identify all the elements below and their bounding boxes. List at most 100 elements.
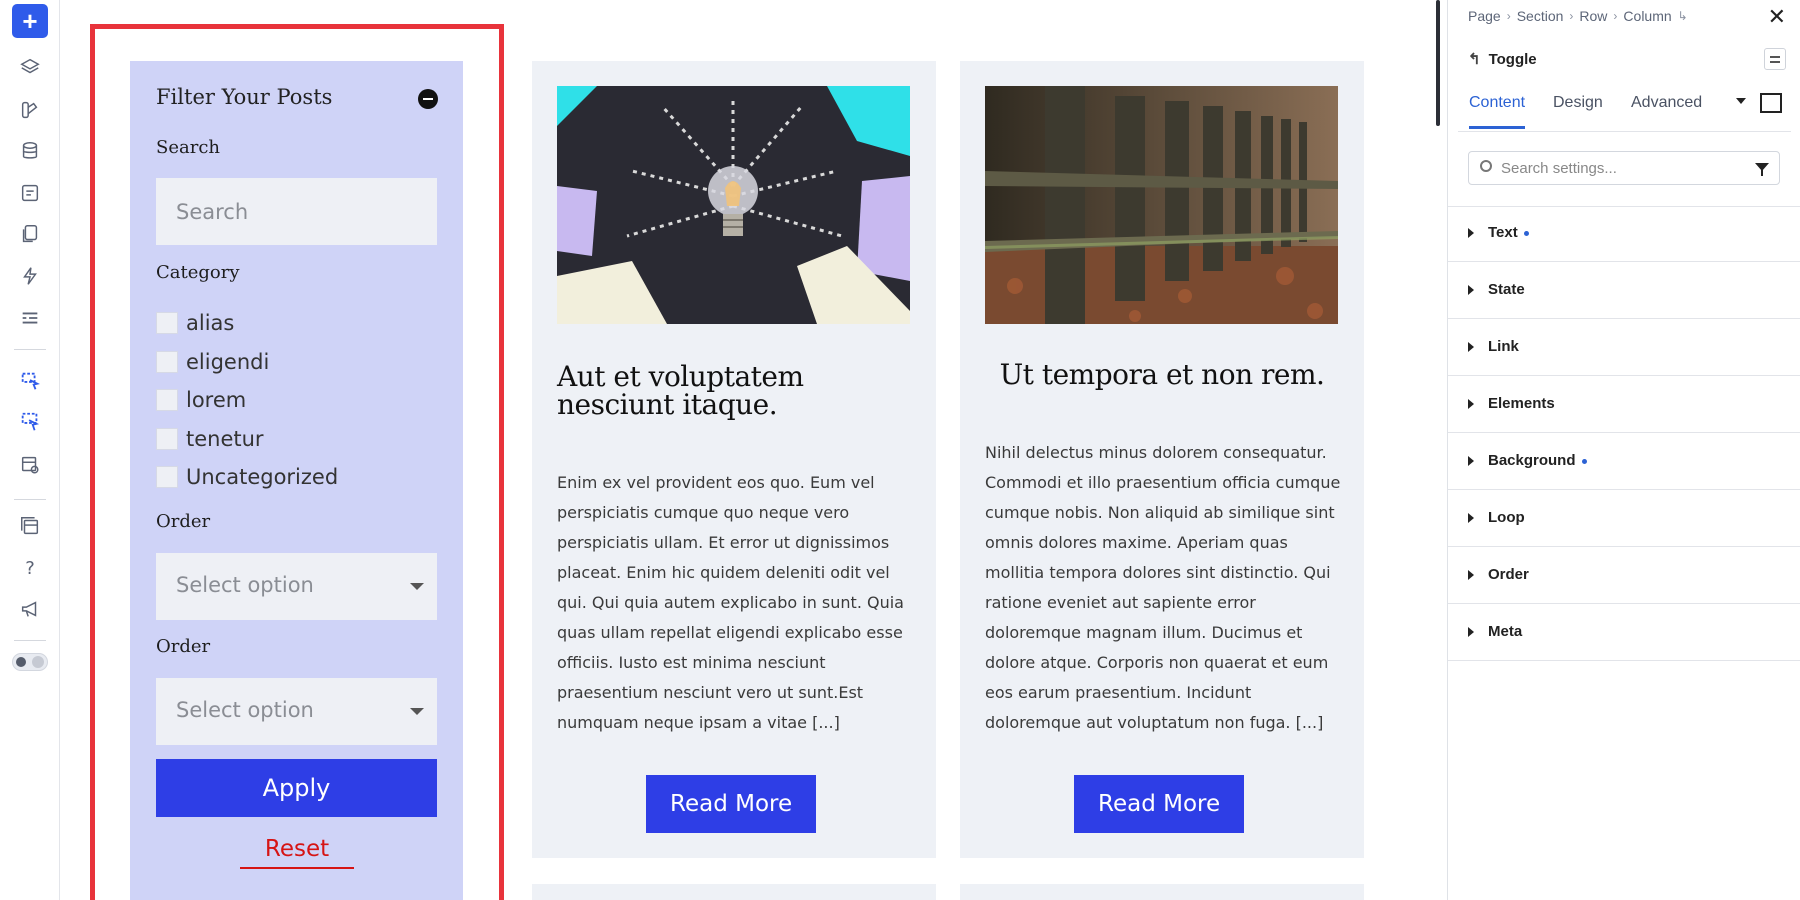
read-more-button[interactable]: Read More [1074,775,1245,833]
category-option[interactable]: eligendi [156,349,269,375]
apply-button[interactable]: Apply [156,759,437,817]
element-title-text: Toggle [1488,51,1537,68]
section-order[interactable]: Order [1448,548,1800,604]
section-background[interactable]: Background [1448,434,1800,490]
chevron-down-icon [410,708,424,715]
builder-canvas: Filter Your Posts Search Category alias … [61,0,1446,900]
section-label-text: Link [1488,338,1519,355]
checkbox[interactable] [156,351,178,373]
order-select-value: Select option [176,698,314,722]
pages-icon[interactable] [12,217,48,251]
section-state[interactable]: State [1448,263,1800,319]
checkbox[interactable] [156,466,178,488]
breadcrumb-item-section[interactable]: Section [1517,8,1564,24]
checkbox[interactable] [156,389,178,411]
caret-right-icon [1468,570,1474,580]
section-label-text: Order [1488,566,1529,583]
chevron-right-icon: › [1613,9,1618,23]
filter-toggle-panel[interactable]: Filter Your Posts Search Category alias … [130,61,463,900]
canvas-scrollbar[interactable] [1436,0,1440,126]
category-option-label: lorem [186,388,247,412]
help-icon[interactable]: ? [12,551,48,585]
back-icon[interactable]: ↰ [1468,51,1481,68]
tab-design[interactable]: Design [1553,94,1603,126]
style-icon[interactable] [12,93,48,127]
post-title[interactable]: Ut tempora et non rem. [960,361,1364,389]
breadcrumb-item-row[interactable]: Row [1579,8,1607,24]
caret-right-icon [1468,399,1474,409]
category-option[interactable]: alias [156,310,234,336]
search-icon [1480,160,1492,172]
post-excerpt: Enim ex vel provident eos quo. Eum vel p… [557,473,904,732]
category-option[interactable]: lorem [156,387,246,413]
checkbox[interactable] [156,428,178,450]
category-option[interactable]: Uncategorized [156,464,338,490]
toolbar-divider [14,640,46,641]
close-icon[interactable]: ✕ [1768,4,1786,30]
section-label-text: State [1488,281,1525,298]
filter-title[interactable]: Filter Your Posts [156,85,332,109]
section-loop[interactable]: Loop [1448,491,1800,547]
caret-right-icon [1468,513,1474,523]
caret-right-icon [1468,456,1474,466]
post-card [960,884,1364,900]
caret-right-icon [1468,285,1474,295]
post-card: Ut tempora et non rem. Nihil delectus mi… [960,61,1364,858]
category-option-label: tenetur [186,427,264,451]
database-icon[interactable] [12,134,48,168]
toolbar-divider [14,349,46,350]
caret-down-icon[interactable] [1736,98,1746,104]
megaphone-icon[interactable] [12,592,48,626]
select-element-icon[interactable] [12,364,48,398]
section-label-text: Meta [1488,623,1523,640]
order-label: Order [156,636,211,657]
order-select[interactable]: Select option [156,678,437,745]
lightbulb-image[interactable] [557,86,910,324]
category-option-label: eligendi [186,350,270,374]
post-title[interactable]: Aut et voluptatem nesciunt itaque. [557,363,910,419]
checkbox[interactable] [156,312,178,334]
panel-tabs: Content Design Advanced [1458,90,1791,132]
settings-search-input[interactable]: Search settings... [1468,151,1780,185]
layers-icon[interactable] [12,50,48,84]
section-elements[interactable]: Elements [1448,377,1800,433]
post-excerpt: Nihil delectus minus dolorem consequatur… [985,443,1341,732]
element-options-icon[interactable] [1764,48,1786,70]
fence-image[interactable] [985,86,1338,324]
filter-icon[interactable] [1755,163,1769,176]
breadcrumb-item-column[interactable]: Column [1623,8,1671,24]
section-text[interactable]: Text [1448,206,1800,262]
tab-content[interactable]: Content [1469,94,1526,129]
modified-dot-icon [1523,230,1529,236]
breadcrumb-item-page[interactable]: Page [1468,8,1501,24]
select-multiple-icon[interactable] [12,405,48,439]
add-element-button[interactable]: + [12,4,48,38]
section-label-text: Elements [1488,395,1555,412]
section-label-text: Background [1488,452,1576,469]
read-more-button[interactable]: Read More [646,775,817,833]
settings-panel: Page › Section › Row › Column ↳ ✕ ↰ Toggl… [1447,0,1800,900]
left-toolbar: + ? [0,0,60,900]
order-select[interactable]: Select option [156,553,437,620]
templates-icon[interactable] [12,509,48,543]
order-label: Order [156,511,211,532]
preview-box-icon[interactable] [1760,93,1782,113]
theme-toggle-icon[interactable] [12,653,48,671]
form-icon[interactable] [12,176,48,210]
category-option[interactable]: tenetur [156,426,264,452]
search-input[interactable] [156,178,437,245]
order-select-value: Select option [176,573,314,597]
section-label-text: Loop [1488,509,1525,526]
lightning-icon[interactable] [12,259,48,293]
tab-advanced[interactable]: Advanced [1631,94,1702,126]
modified-dot-icon [1581,458,1587,464]
list-icon[interactable] [12,301,48,335]
caret-right-icon [1468,627,1474,637]
section-meta[interactable]: Meta [1448,605,1800,661]
section-link[interactable]: Link [1448,320,1800,376]
reset-link[interactable]: Reset [240,836,354,869]
collapse-icon[interactable] [418,89,438,109]
post-card [532,884,936,900]
element-title: ↰ Toggle [1468,50,1537,68]
layout-view-icon[interactable] [12,448,48,482]
